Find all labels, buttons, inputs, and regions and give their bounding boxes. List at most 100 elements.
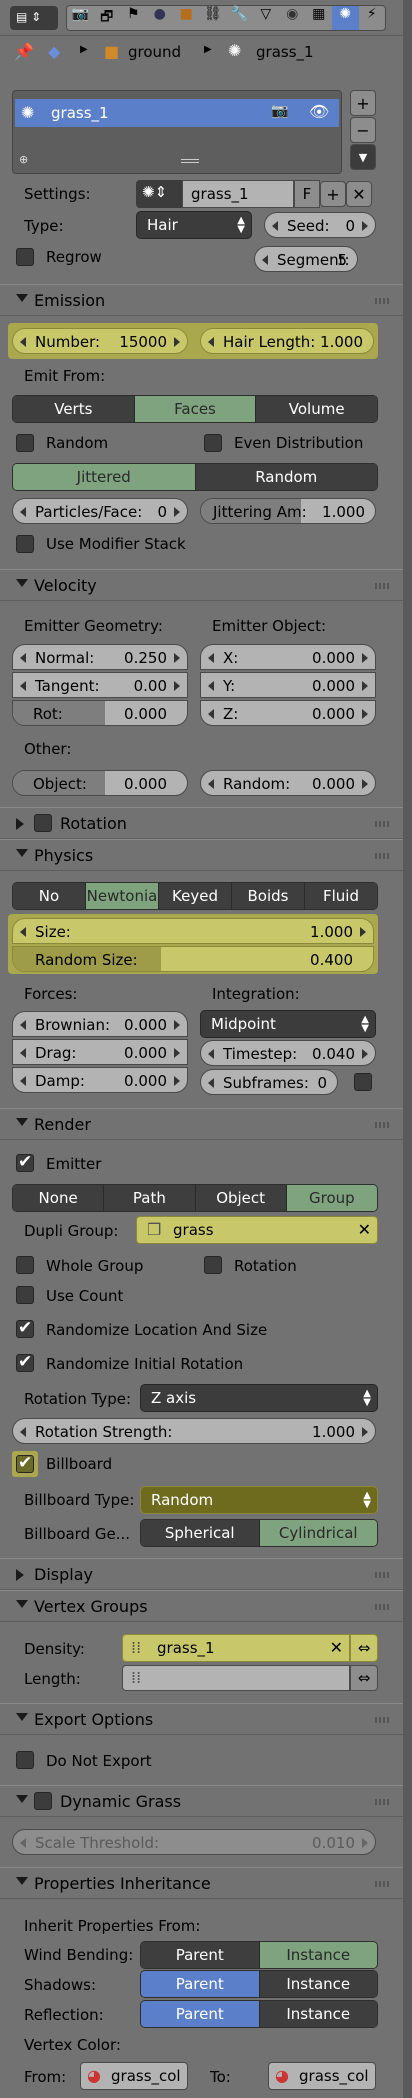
close-icon[interactable]: ✕	[330, 1638, 343, 1657]
rotation-strength-field[interactable]: Rotation Strength: 1.000	[12, 1418, 376, 1444]
use-count-checkbox[interactable]	[16, 1286, 34, 1304]
rot-field[interactable]: Rot: 0.000	[12, 700, 188, 726]
render-icon[interactable]: 📷	[67, 6, 94, 30]
spherical-button[interactable]: Spherical	[141, 1520, 260, 1546]
reflection-parent-button[interactable]: Parent	[141, 2001, 260, 2027]
jittered-button[interactable]: Jittered	[13, 464, 196, 490]
render-panel-header[interactable]: Render	[0, 1108, 403, 1140]
filter-icon[interactable]: ⊕	[19, 153, 28, 166]
from-vertex-color-field[interactable]: ◕ grass_col	[80, 2062, 188, 2090]
emit-verts-button[interactable]: Verts	[13, 396, 135, 422]
physics-no-button[interactable]: No	[13, 883, 86, 909]
render-path-button[interactable]: Path	[104, 1185, 196, 1211]
drag-handle-icon[interactable]	[375, 298, 389, 304]
regrow-checkbox[interactable]	[16, 248, 34, 266]
segments-field[interactable]: Segment: 5	[254, 246, 358, 272]
export-options-panel-header[interactable]: Export Options	[0, 1703, 403, 1735]
size-field[interactable]: Size: 1.000	[12, 918, 374, 944]
whole-group-checkbox[interactable]	[16, 1256, 34, 1274]
seed-field[interactable]: Seed: 0	[264, 212, 376, 238]
integration-select[interactable]: Midpoint ▲ ▼	[200, 1010, 376, 1038]
physics-keyed-button[interactable]: Keyed	[159, 883, 232, 909]
editor-type-icon[interactable]: ▤ ⇕	[10, 6, 58, 30]
dynamic-grass-enable-checkbox[interactable]	[34, 1792, 52, 1810]
drag-handle-icon[interactable]	[375, 1122, 389, 1128]
physics-newtonian-button[interactable]: Newtonia	[86, 883, 159, 909]
size-deflect-checkbox[interactable]	[354, 1073, 372, 1091]
eye-icon[interactable]: 👁	[309, 102, 329, 121]
close-icon[interactable]: ✕	[358, 1220, 371, 1239]
texture-icon[interactable]: ▦	[306, 6, 333, 30]
drag-handle-icon[interactable]	[375, 1799, 389, 1805]
random-checkbox[interactable]	[16, 434, 34, 452]
drag-handle-icon[interactable]	[375, 821, 389, 827]
close-icon[interactable]: ✕	[346, 181, 372, 207]
drag-handle-icon[interactable]	[375, 1717, 389, 1723]
object-x-field[interactable]: X: 0.000	[200, 644, 376, 670]
material-icon[interactable]: ◉	[279, 6, 306, 30]
shadows-instance-button[interactable]: Instance	[259, 1971, 377, 1997]
drag-field[interactable]: Drag: 0.000	[12, 1039, 188, 1065]
physics-panel-header[interactable]: Physics	[0, 839, 403, 871]
emitter-checkbox[interactable]	[16, 1152, 34, 1172]
drag-handle-icon[interactable]	[375, 583, 389, 589]
drag-handle-icon[interactable]	[375, 1572, 389, 1578]
render-group-button[interactable]: Group	[286, 1185, 377, 1211]
physics-icon[interactable]: ⚡	[359, 6, 386, 30]
timestep-field[interactable]: Timestep: 0.040	[200, 1040, 376, 1066]
drag-handle-icon[interactable]	[375, 1881, 389, 1887]
reflection-instance-button[interactable]: Instance	[259, 2001, 377, 2027]
do-not-export-checkbox[interactable]	[16, 1751, 34, 1769]
render-layers-icon[interactable]: 🗗	[94, 6, 121, 30]
render-none-button[interactable]: None	[13, 1185, 105, 1211]
even-distribution-checkbox[interactable]	[204, 434, 222, 452]
density-invert-icon[interactable]: ⇔	[350, 1634, 378, 1662]
add-icon[interactable]: +	[350, 90, 376, 116]
particles-per-face-field[interactable]: Particles/Face: 0	[12, 498, 188, 524]
modifiers-icon[interactable]: 🔧	[226, 6, 253, 30]
particles-icon[interactable]: ✺	[332, 6, 359, 30]
number-field[interactable]: Number: 15000	[12, 328, 188, 354]
resize-handle[interactable]	[181, 159, 199, 163]
properties-inheritance-panel-header[interactable]: Properties Inheritance	[0, 1867, 403, 1899]
wind-instance-button[interactable]: Instance	[259, 1942, 377, 1968]
type-select[interactable]: Hair ▲ ▼	[136, 211, 252, 239]
drag-handle-icon[interactable]	[375, 1604, 389, 1610]
damp-field[interactable]: Damp: 0.000	[12, 1067, 188, 1093]
scene-icon[interactable]: ⚑	[120, 6, 147, 30]
rotation-enable-checkbox[interactable]	[34, 814, 52, 832]
remove-icon[interactable]: −	[350, 117, 376, 143]
random-size-field[interactable]: Random Size: 0.400	[12, 946, 374, 972]
length-invert-icon[interactable]: ⇔	[350, 1665, 378, 1691]
object-icon[interactable]: ■	[173, 6, 200, 30]
object-y-field[interactable]: Y: 0.000	[200, 672, 376, 698]
rotation-type-select[interactable]: Z axis ▲ ▼	[140, 1384, 378, 1412]
menu-down-icon[interactable]: ▼	[350, 144, 376, 170]
settings-name-field[interactable]: grass_1	[182, 180, 294, 208]
scale-threshold-field[interactable]: Scale Threshold: 0.010	[12, 1829, 376, 1855]
dynamic-grass-panel-header[interactable]: Dynamic Grass	[0, 1785, 403, 1817]
add-icon[interactable]: +	[320, 181, 346, 207]
velocity-panel-header[interactable]: Velocity	[0, 569, 403, 601]
particles-browse-icon[interactable]: ✺⇕	[136, 180, 182, 208]
render-object-button[interactable]: Object	[195, 1185, 287, 1211]
hair-length-field[interactable]: Hair Length: 1.000	[200, 328, 374, 354]
world-icon[interactable]: ●	[147, 6, 174, 30]
physics-boids-button[interactable]: Boids	[232, 883, 305, 909]
physics-fluid-button[interactable]: Fluid	[305, 883, 377, 909]
normal-field[interactable]: Normal: 0.250	[12, 644, 188, 670]
constraints-icon[interactable]: ⛓	[200, 6, 227, 30]
shadows-parent-button[interactable]: Parent	[141, 1971, 260, 1997]
rotation-panel-header[interactable]: Rotation	[0, 807, 403, 839]
velocity-object-field[interactable]: Object: 0.000	[12, 770, 188, 796]
use-modifier-stack-checbox[interactable]	[16, 535, 34, 553]
randomize-rotation-checkbox[interactable]	[16, 1352, 34, 1372]
subframes-field[interactable]: Subframes: 0	[200, 1069, 338, 1095]
to-vertex-color-field[interactable]: ◕ grass_col	[268, 2062, 376, 2090]
velocity-random-field[interactable]: Random: 0.000	[200, 770, 376, 796]
wind-parent-button[interactable]: Parent	[141, 1942, 260, 1968]
tangent-field[interactable]: Tangent: 0.00	[12, 672, 188, 698]
render-toggle-icon[interactable]: 📷	[271, 103, 288, 119]
emit-volume-button[interactable]: Volume	[256, 396, 377, 422]
cylindrical-button[interactable]: Cylindrical	[259, 1520, 377, 1546]
